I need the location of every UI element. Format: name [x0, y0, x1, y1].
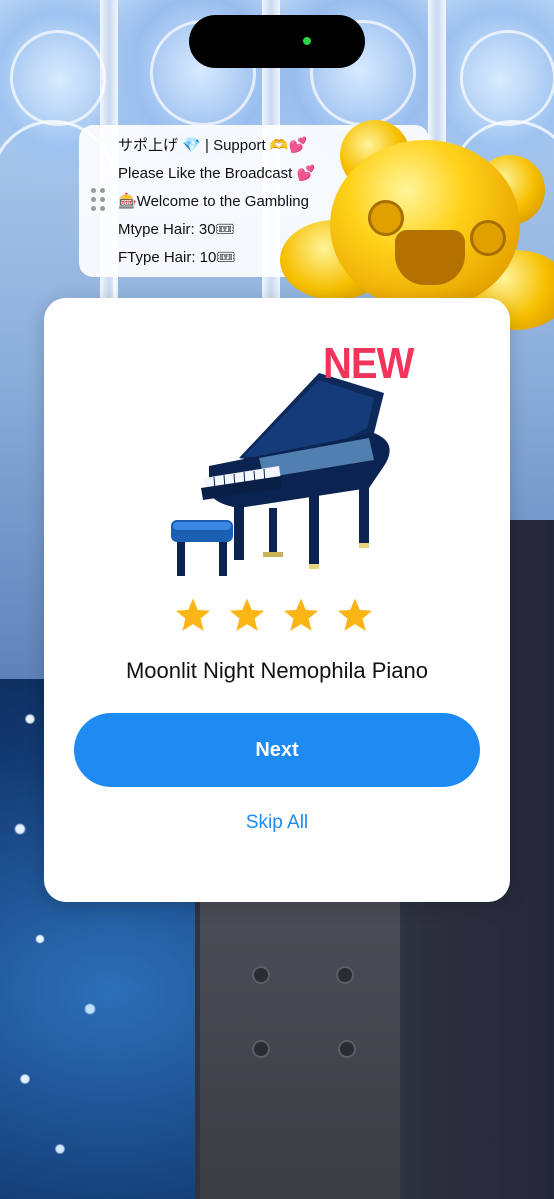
coat-button [338, 1040, 356, 1058]
rose-window [10, 30, 106, 126]
bear-eye [368, 200, 404, 236]
star-icon [229, 598, 265, 631]
camera-indicator [303, 37, 311, 45]
coat-button [252, 966, 270, 984]
rarity-stars [174, 596, 384, 636]
reward-dialog: NEW Moonlit Night Nemophila Piano Next S… [44, 298, 510, 902]
star-icon [175, 598, 211, 631]
star-icon [337, 598, 373, 631]
coat-button [252, 1040, 270, 1058]
rose-window [460, 30, 554, 126]
skip-all-link[interactable]: Skip All [44, 812, 510, 834]
coat-button [336, 966, 354, 984]
bear-mouth [395, 230, 465, 285]
drag-handle-icon[interactable] [91, 188, 107, 218]
item-name: Moonlit Night Nemophila Piano [125, 658, 429, 683]
bear-eye [470, 220, 506, 256]
star-icon [283, 598, 319, 631]
next-button[interactable]: Next [74, 713, 480, 787]
coat-panel [200, 900, 400, 1199]
new-badge: NEW [323, 340, 414, 388]
camera-notch [189, 15, 365, 68]
